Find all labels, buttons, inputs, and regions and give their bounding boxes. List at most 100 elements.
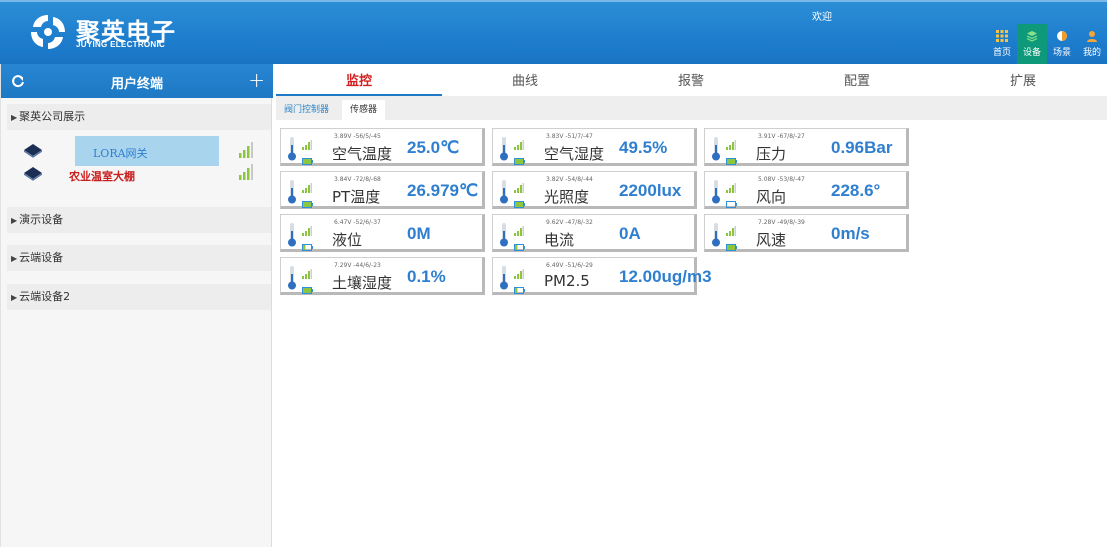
signal-icon — [302, 221, 312, 236]
battery-icon — [302, 193, 313, 208]
sensor-meta: 9.62V -47/8/-32 — [546, 219, 593, 226]
tab-curve[interactable]: 曲线 — [442, 64, 608, 96]
top-nav: 首页 设备 场景 我的 — [987, 24, 1107, 64]
battery-icon — [302, 150, 313, 165]
grid-icon — [996, 30, 1008, 42]
signal-icon — [514, 221, 524, 236]
sensor-label: 风向 — [756, 188, 787, 206]
sensor-label: 光照度 — [544, 188, 590, 206]
device-diamond-icon — [24, 144, 42, 158]
sensor-card[interactable]: 3.83V -51/7/-47 空气湿度 49.5% — [492, 128, 697, 166]
sensor-value: 0m/s — [831, 224, 870, 243]
welcome-text: 欢迎 — [812, 12, 832, 23]
device-item-greenhouse[interactable]: 农业温室大棚 — [11, 160, 261, 190]
sensor-card[interactable]: 9.62V -47/8/-32 电流 0A — [492, 214, 697, 252]
sensor-card[interactable]: 7.28V -49/8/-39 风速 0m/s — [704, 214, 909, 252]
sensor-meta: 3.83V -51/7/-47 — [546, 133, 593, 140]
subtab-valve-controller[interactable]: 阀门控制器 — [276, 100, 337, 120]
sensor-meta: 3.84V -72/8/-68 — [334, 176, 381, 183]
group-cloud-devices-2[interactable]: ▶ 云端设备2 — [7, 284, 271, 310]
battery-icon — [514, 150, 525, 165]
nav-devices[interactable]: 设备 — [1017, 24, 1047, 64]
sensor-label: 液位 — [332, 231, 363, 249]
thermometer-icon — [287, 266, 297, 290]
battery-icon — [514, 236, 525, 251]
group-juying-showcase[interactable]: ▶ 聚英公司展示 — [7, 104, 271, 130]
sensor-label: 空气温度 — [332, 145, 393, 163]
signal-icon — [302, 178, 312, 193]
battery-icon — [302, 279, 313, 294]
brand-subtitle: JUYING ELECTRONIC — [76, 40, 166, 49]
sensor-label: 空气湿度 — [544, 145, 605, 163]
sensor-card[interactable]: 3.91V -67/8/-27 压力 0.96Bar — [704, 128, 909, 166]
sensor-card[interactable]: 6.49V -51/6/-29 PM2.5 12.00ug/m3 — [492, 257, 712, 295]
sensor-value: 25.0℃ — [407, 138, 460, 157]
sensor-label: PM2.5 — [544, 272, 590, 290]
sensor-card[interactable]: 3.89V -56/5/-45 空气温度 25.0℃ — [280, 128, 485, 166]
thermometer-icon — [499, 223, 509, 247]
caret-right-icon: ▶ — [11, 113, 18, 122]
sensor-label: 压力 — [756, 145, 787, 163]
brand-logo[interactable]: 聚英电子 JUYING ELECTRONIC — [28, 12, 188, 54]
sensor-meta: 7.28V -49/8/-39 — [758, 219, 805, 226]
sensor-card[interactable]: 3.82V -54/8/-44 光照度 2200lux — [492, 171, 697, 209]
contrast-icon — [1057, 31, 1067, 41]
nav-mine[interactable]: 我的 — [1077, 24, 1107, 64]
sensor-label: 风速 — [756, 231, 787, 249]
tab-monitor[interactable]: 监控 — [276, 64, 442, 96]
sensor-card[interactable]: 3.84V -72/8/-68 PT温度 26.979℃ — [280, 171, 485, 209]
sensor-value: 0M — [407, 224, 431, 243]
subtab-sensor[interactable]: 传感器 — [342, 100, 386, 120]
header-strip — [0, 0, 1107, 2]
sensor-meta: 5.08V -53/8/-47 — [758, 176, 805, 183]
nav-home-label: 首页 — [992, 48, 1011, 58]
tab-extend[interactable]: 扩展 — [940, 64, 1106, 96]
signal-icon — [239, 164, 253, 180]
sensor-meta: 6.47V -52/6/-37 — [334, 219, 381, 226]
group-label: 演示设备 — [19, 213, 64, 226]
signal-icon — [726, 135, 736, 150]
battery-icon — [514, 279, 525, 294]
sensor-value: 0.1% — [407, 267, 446, 286]
sensor-label: PT温度 — [332, 188, 381, 206]
user-icon — [1087, 31, 1097, 42]
sensor-card[interactable]: 7.29V -44/6/-23 土壤湿度 0.1% — [280, 257, 485, 295]
sensor-meta: 3.89V -56/5/-45 — [334, 133, 381, 140]
group-label: 云端设备2 — [19, 290, 71, 303]
caret-right-icon: ▶ — [11, 216, 18, 225]
sensor-meta: 7.29V -44/6/-23 — [334, 262, 381, 269]
group-label: 聚英公司展示 — [19, 110, 86, 123]
signal-icon — [726, 178, 736, 193]
battery-icon — [514, 193, 525, 208]
group-cloud-devices[interactable]: ▶ 云端设备 — [7, 245, 271, 271]
add-device-button[interactable]: + — [248, 68, 265, 92]
app-root: 聚英电子 JUYING ELECTRONIC 欢迎 首页 设备 场景 我的 用户… — [0, 0, 1107, 547]
sidebar-header: 用户终端 + — [1, 64, 273, 98]
battery-icon — [302, 236, 313, 251]
signal-icon — [514, 135, 524, 150]
thermometer-icon — [287, 137, 297, 161]
device-label-lora: LORA网关 — [93, 147, 148, 160]
thermometer-icon — [711, 223, 721, 247]
sensor-value: 26.979℃ — [407, 181, 479, 200]
signal-icon — [302, 135, 312, 150]
sensor-value: 0.96Bar — [831, 138, 893, 157]
sensor-card[interactable]: 5.08V -53/8/-47 风向 228.6° — [704, 171, 909, 209]
battery-icon — [726, 150, 737, 165]
sensor-meta: 3.82V -54/8/-44 — [546, 176, 593, 183]
nav-scenes[interactable]: 场景 — [1047, 24, 1077, 64]
nav-home[interactable]: 首页 — [987, 24, 1017, 64]
tab-alarm[interactable]: 报警 — [608, 64, 774, 96]
sensor-value: 0A — [619, 224, 641, 243]
tab-config[interactable]: 配置 — [774, 64, 940, 96]
sensor-value: 228.6° — [831, 181, 881, 200]
thermometer-icon — [287, 180, 297, 204]
device-diamond-icon — [24, 167, 42, 181]
sensor-value: 12.00ug/m3 — [619, 267, 712, 286]
group-demo-devices[interactable]: ▶ 演示设备 — [7, 207, 271, 233]
thermometer-icon — [499, 137, 509, 161]
juying-logo-icon — [31, 15, 65, 49]
sensor-card[interactable]: 6.47V -52/6/-37 液位 0M — [280, 214, 485, 252]
group-label: 云端设备 — [19, 251, 64, 264]
sensor-value: 2200lux — [619, 181, 682, 200]
